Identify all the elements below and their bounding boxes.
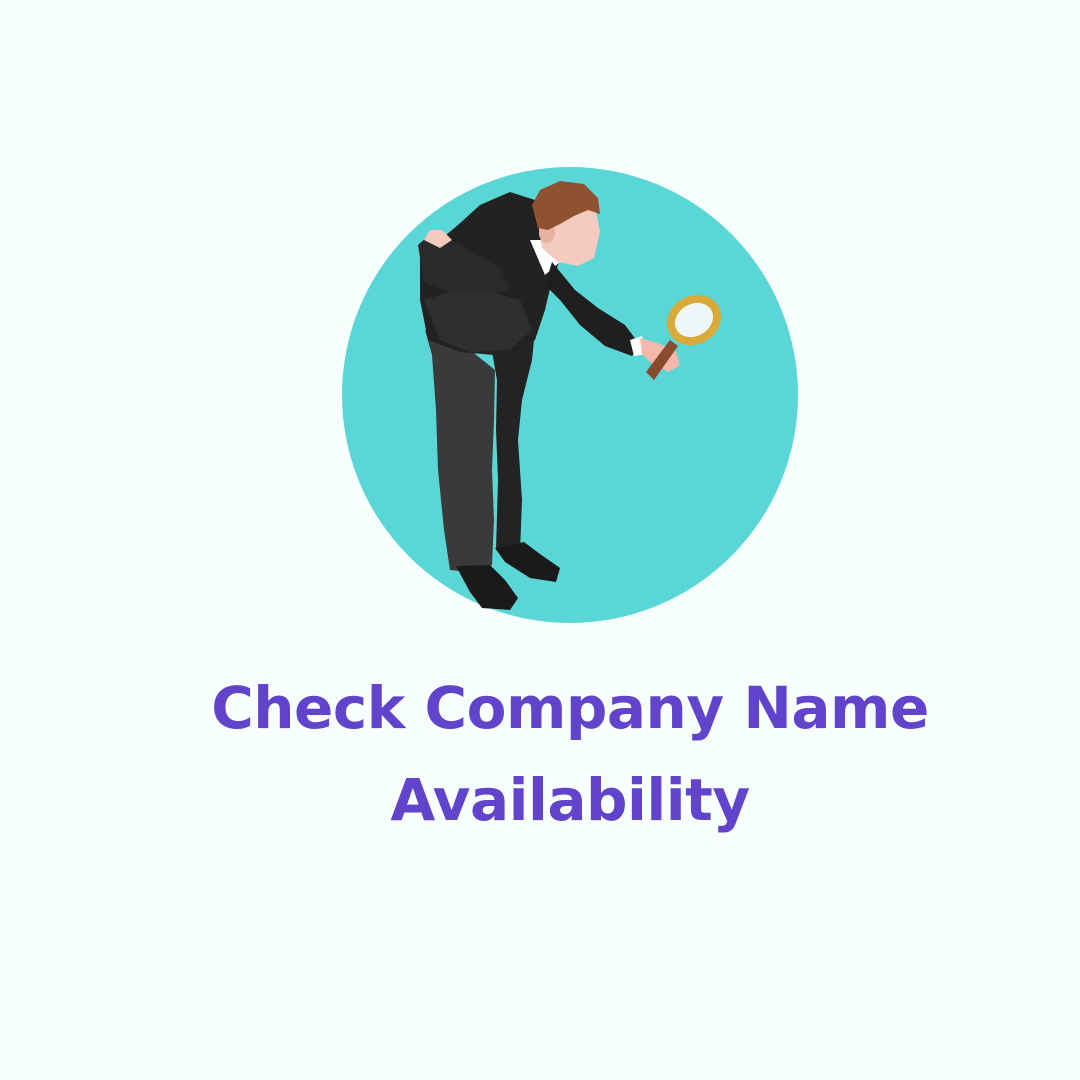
detective-with-magnifying-glass-icon <box>342 167 798 623</box>
headline: Check Company Name Availability <box>140 662 1000 846</box>
hero-illustration <box>0 0 1080 700</box>
headline-line-2: Availability <box>390 766 750 834</box>
headline-line-1: Check Company Name <box>211 674 929 742</box>
